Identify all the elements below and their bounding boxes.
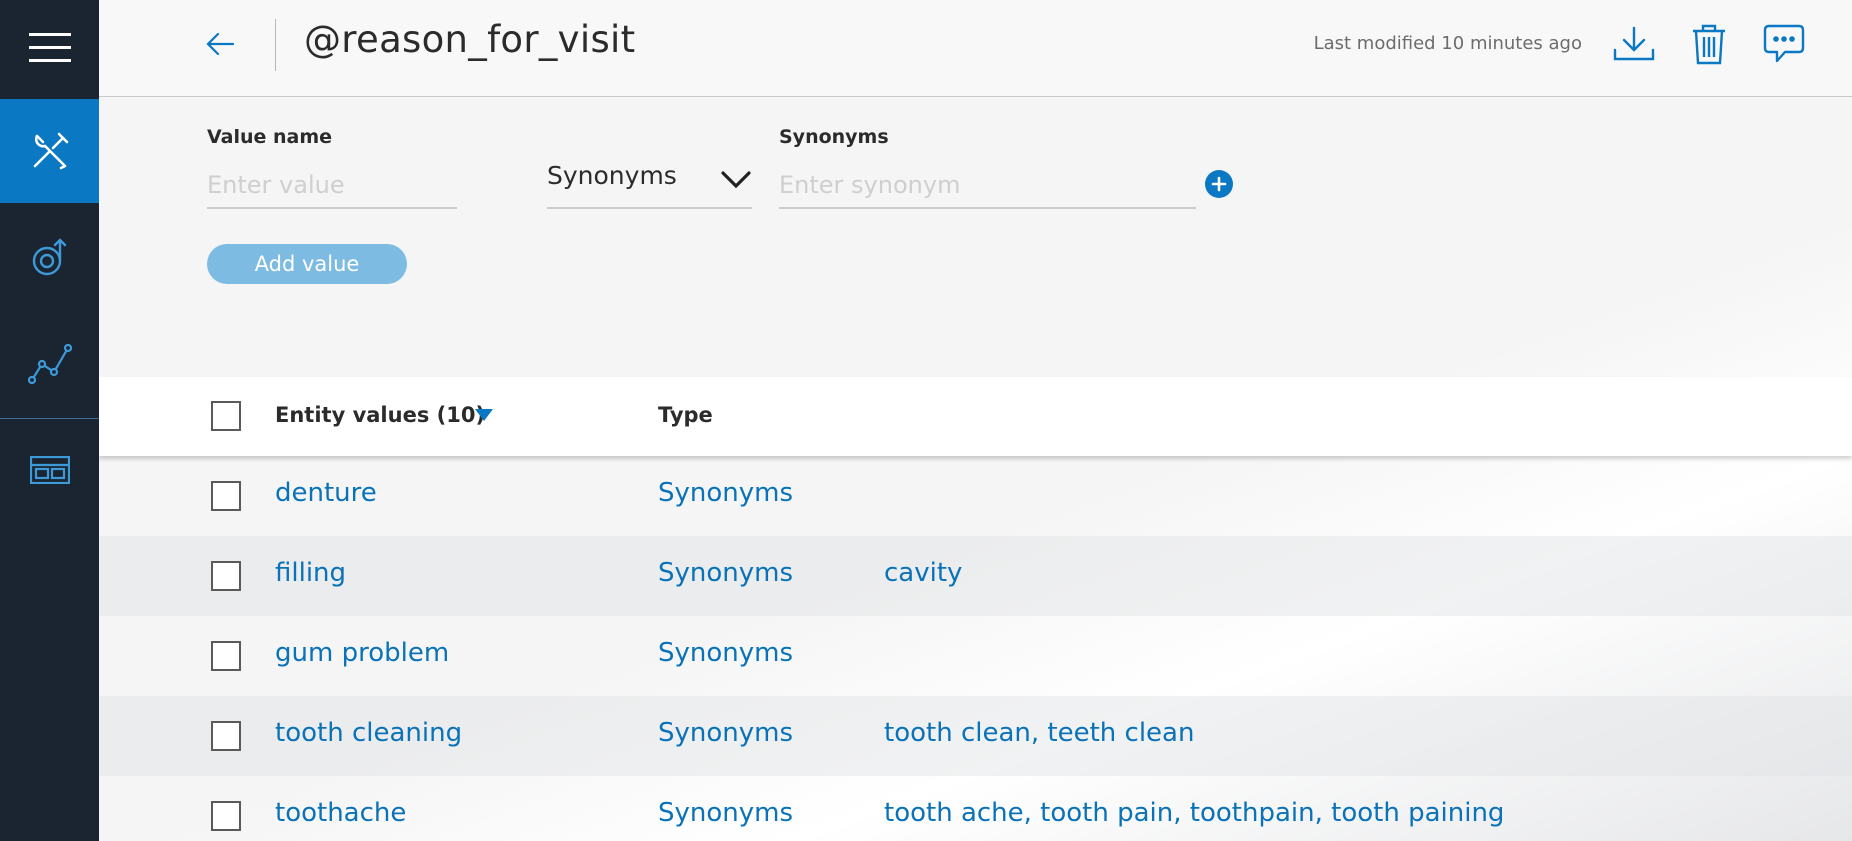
tools-icon (33, 132, 68, 170)
chevron-down-icon (721, 171, 751, 189)
entity-header: @reason_for_visit Last modified 10 minut… (99, 0, 1852, 97)
delete-button[interactable] (1685, 20, 1733, 68)
row-checkbox[interactable] (211, 641, 241, 671)
row-checkbox[interactable] (211, 721, 241, 751)
add-synonym-button[interactable] (1205, 170, 1233, 198)
last-modified-text: Last modified 10 minutes ago (1313, 33, 1582, 54)
add-value-button[interactable]: Add value (207, 244, 407, 284)
plus-icon (1211, 176, 1227, 192)
entity-value-link[interactable]: filling (275, 558, 346, 588)
entity-value-synonyms: tooth clean, teeth clean (884, 718, 1195, 748)
row-checkbox[interactable] (211, 561, 241, 591)
entity-value-type: Synonyms (658, 718, 794, 748)
content-catalog-icon (29, 456, 70, 484)
entity-values-table-header: Entity values (10) Type (99, 377, 1852, 456)
page-title: @reason_for_visit (304, 18, 636, 61)
hamburger-menu-icon (28, 32, 71, 62)
entity-value-link[interactable]: denture (275, 478, 377, 508)
entity-value-synonyms: cavity (884, 558, 963, 588)
value-name-label: Value name (207, 126, 333, 148)
table-row: denture Synonyms (99, 456, 1852, 536)
left-nav-rail (0, 0, 99, 841)
row-checkbox[interactable] (211, 801, 241, 831)
value-name-input[interactable] (207, 163, 457, 209)
feedback-button[interactable] (1760, 20, 1808, 68)
nav-build-tools[interactable] (0, 99, 99, 203)
nav-analytics[interactable] (0, 312, 99, 416)
value-type-dropdown[interactable]: Synonyms (547, 158, 752, 209)
table-row: tooth cleaning Synonyms tooth clean, tee… (99, 696, 1852, 776)
feedback-icon (1763, 24, 1805, 63)
entity-values-column-header[interactable]: Entity values (10) (275, 403, 485, 427)
download-icon (1613, 26, 1655, 61)
rail-divider (0, 418, 99, 419)
entity-value-type: Synonyms (658, 638, 794, 668)
analytics-icon (27, 344, 72, 384)
back-arrow-icon (206, 32, 235, 56)
header-separator (275, 19, 276, 71)
intent-icon (32, 237, 66, 275)
download-button[interactable] (1610, 20, 1658, 68)
back-button[interactable] (202, 26, 238, 62)
nav-content-catalog[interactable] (0, 420, 99, 520)
table-row: gum problem Synonyms (99, 616, 1852, 696)
entity-value-type: Synonyms (658, 478, 794, 508)
synonyms-label: Synonyms (779, 126, 889, 148)
row-checkbox[interactable] (211, 481, 241, 511)
table-row: filling Synonyms cavity (99, 536, 1852, 616)
entity-value-link[interactable]: gum problem (275, 638, 449, 668)
entity-value-link[interactable]: toothache (275, 798, 406, 828)
nav-intents[interactable] (0, 204, 99, 309)
entity-value-link[interactable]: tooth cleaning (275, 718, 462, 748)
menu-button[interactable] (0, 0, 99, 95)
table-row: toothache Synonyms tooth ache, tooth pai… (99, 776, 1852, 841)
select-all-checkbox[interactable] (211, 401, 241, 431)
entity-value-type: Synonyms (658, 798, 794, 828)
value-type-selected: Synonyms (547, 161, 677, 190)
synonym-input[interactable] (779, 163, 1196, 209)
sort-descending-icon[interactable] (474, 408, 494, 422)
trash-icon (1693, 24, 1725, 65)
entity-value-type: Synonyms (658, 558, 794, 588)
type-column-header: Type (658, 403, 713, 427)
entity-value-synonyms: tooth ache, tooth pain, toothpain, tooth… (884, 798, 1505, 828)
